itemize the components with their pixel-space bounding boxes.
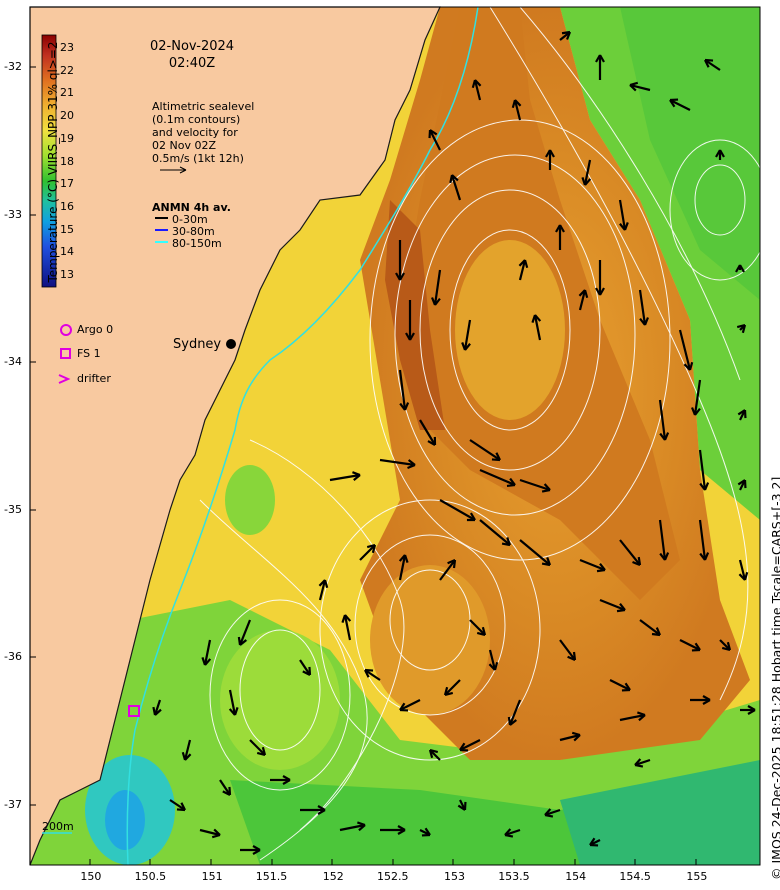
info-line: 0.5m/s (1kt 12h) bbox=[152, 152, 244, 165]
lon-tick-label: 152 bbox=[322, 870, 344, 883]
lat-tick-label: -36 bbox=[4, 650, 22, 664]
credit-text: © IMOS 24-Dec-2025 18:51:28 Hobart time … bbox=[769, 476, 780, 880]
lat-tick-label: -33 bbox=[4, 207, 22, 221]
colorbar-tick: 21 bbox=[60, 86, 74, 100]
info-line: 02 Nov 02Z bbox=[152, 139, 216, 152]
lon-tick-label: 154.5 bbox=[619, 870, 651, 883]
colorbar-tick: 18 bbox=[60, 154, 74, 168]
lat-tick-label: -34 bbox=[4, 355, 22, 369]
colorbar-tick: 20 bbox=[60, 109, 74, 123]
lat-tick-label: -32 bbox=[4, 60, 22, 73]
lon-tick-label: 150.5 bbox=[134, 870, 167, 883]
colorbar-tick: 23 bbox=[60, 41, 74, 54]
colorbar-tick: 22 bbox=[60, 63, 74, 77]
colorbar-label: Temperature (°C) VIIRS_NPP 31% ql>=2 bbox=[46, 41, 60, 283]
info-block: Altimetric sealevel (0.1m contours) and … bbox=[152, 100, 254, 165]
info-line: Altimetric sealevel bbox=[152, 100, 255, 113]
info-line: and velocity for bbox=[152, 126, 238, 139]
legend-argo: Argo 0 bbox=[77, 323, 114, 336]
sydney-marker bbox=[226, 339, 236, 349]
lon-tick-label: 152.5 bbox=[377, 870, 409, 883]
anmn-legend: ANMN 4h av. 0-30m 30-80m 80-150m bbox=[152, 202, 231, 250]
lon-tick-label: 155 bbox=[686, 870, 708, 883]
legend-drifter: drifter bbox=[77, 372, 111, 385]
legend-fs: FS 1 bbox=[77, 347, 101, 360]
lon-tick-label: 153.5 bbox=[498, 870, 530, 883]
colorbar-tick: 19 bbox=[60, 131, 74, 145]
sydney-label: Sydney bbox=[173, 337, 222, 352]
lon-tick-label: 153 bbox=[444, 870, 465, 883]
lon-tick-label: 154 bbox=[565, 870, 587, 883]
info-line: (0.1m contours) bbox=[152, 113, 241, 126]
sst-map bbox=[29, 6, 761, 866]
colorbar-tick: 17 bbox=[60, 177, 74, 191]
lon-tick-label: 150 bbox=[80, 870, 102, 883]
colorbar-tick: 14 bbox=[60, 245, 74, 259]
colorbar-tick: 16 bbox=[60, 199, 74, 213]
lat-tick-label: -35 bbox=[4, 502, 22, 516]
colorbar-tick: 15 bbox=[60, 222, 74, 236]
colorbar-tick: 13 bbox=[60, 268, 74, 281]
timestamp: 02-Nov-2024 02:40Z bbox=[150, 38, 234, 72]
lon-tick-label: 151.5 bbox=[255, 870, 288, 883]
lon-tick-label: 151 bbox=[201, 870, 223, 883]
anmn-item: 80-150m bbox=[172, 237, 222, 250]
time-label: 02:40Z bbox=[168, 56, 216, 71]
date-label: 02-Nov-2024 bbox=[150, 39, 235, 54]
isobath-label: 200m bbox=[42, 820, 74, 833]
lat-tick-label: -37 bbox=[4, 798, 22, 811]
